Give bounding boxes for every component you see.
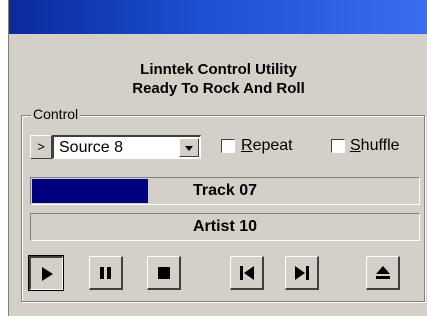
stop-button[interactable] (147, 256, 181, 290)
repeat-label[interactable]: Repeat (241, 136, 293, 155)
repeat-checkbox[interactable] (221, 139, 235, 153)
previous-track-icon (240, 266, 254, 280)
status-message: Ready To Rock And Roll (132, 80, 305, 97)
control-group-label: Control (31, 106, 81, 122)
eject-button[interactable] (366, 256, 400, 290)
eject-icon (376, 266, 390, 279)
expand-button[interactable]: > (30, 135, 52, 159)
track-name: Track 07 (192, 182, 258, 199)
artist-display: Artist 10 (30, 213, 420, 241)
previous-track-button[interactable] (230, 256, 264, 290)
pause-button[interactable] (89, 256, 123, 290)
track-progress-bar[interactable]: Track 07 (30, 177, 420, 205)
shuffle-label[interactable]: Shuffle (350, 136, 400, 155)
source-select[interactable]: Source 8 (52, 135, 201, 159)
chevron-down-icon[interactable] (179, 138, 199, 157)
app-name: Linntek Control Utility (140, 61, 297, 78)
next-track-icon (295, 266, 309, 280)
next-track-button[interactable] (285, 256, 319, 290)
shuffle-checkbox[interactable] (331, 139, 345, 153)
play-icon (42, 267, 53, 281)
source-select-value: Source 8 (59, 139, 124, 156)
play-button[interactable] (28, 255, 64, 291)
artist-name: Artist 10 (192, 218, 258, 235)
title-bar[interactable] (9, 0, 427, 34)
stop-icon (158, 267, 170, 279)
pause-icon (100, 267, 111, 279)
app-window: Linntek Control Utility Ready To Rock An… (8, 0, 427, 316)
